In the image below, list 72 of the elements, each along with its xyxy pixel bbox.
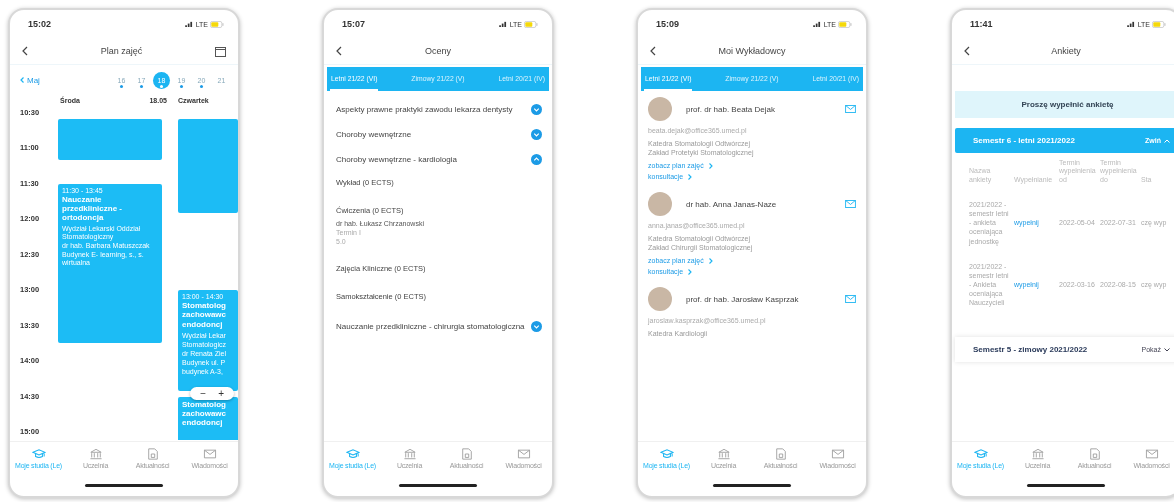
envelope-icon xyxy=(202,447,217,460)
semester-title: Semestr 6 - letni 2021/2022 xyxy=(973,136,1075,145)
chevron-down-icon[interactable] xyxy=(531,321,542,332)
mail-icon[interactable] xyxy=(845,200,856,208)
event-card[interactable] xyxy=(178,118,238,214)
envelope-icon xyxy=(830,447,845,460)
survey-banner: Proszę wypełnić ankietę xyxy=(955,91,1174,118)
building-icon xyxy=(1030,447,1045,460)
caret-up-icon xyxy=(1164,138,1170,143)
chevron-right-icon xyxy=(688,268,693,275)
chevron-left-icon xyxy=(20,77,24,83)
chevron-up-icon[interactable] xyxy=(531,154,542,165)
envelope-icon xyxy=(516,447,531,460)
lecturer-name: prof. dr hab. Jarosław Kasprzak xyxy=(686,294,800,304)
lecturer-name: dr hab. Anna Janas-Naze xyxy=(686,199,778,209)
graduation-cap-icon xyxy=(345,447,360,460)
semester-title: Semestr 5 - zimowy 2021/2022 xyxy=(973,345,1088,355)
graduation-cap-icon xyxy=(973,447,988,460)
document-icon xyxy=(459,447,474,460)
zoom-in-button[interactable]: + xyxy=(216,388,226,399)
avatar-placeholder xyxy=(648,287,672,311)
battery-icon xyxy=(210,20,224,28)
building-icon xyxy=(402,447,417,460)
graduation-cap-icon xyxy=(31,447,46,460)
chevron-down-icon[interactable] xyxy=(531,104,542,115)
document-icon xyxy=(1087,447,1102,460)
building-icon xyxy=(716,447,731,460)
event-title: Stomatolog zachowawc endodoncj xyxy=(182,301,227,329)
course-name[interactable]: Choroby wewnętrzne - kardiologia xyxy=(336,154,457,165)
battery-icon xyxy=(1152,20,1166,28)
zoom-out-button[interactable]: − xyxy=(198,388,209,399)
course-name[interactable]: Choroby wewnętrzne xyxy=(336,129,412,140)
signal-icon xyxy=(498,21,508,27)
signal-icon xyxy=(812,21,822,27)
chevron-right-icon xyxy=(688,173,693,180)
battery-icon xyxy=(524,20,538,28)
chevron-down-icon[interactable] xyxy=(531,129,542,140)
caret-down-icon xyxy=(1164,347,1170,352)
signal-icon xyxy=(184,21,194,27)
back-button[interactable] xyxy=(962,44,972,58)
screen-title: Moi Wykładowcy xyxy=(718,46,786,56)
avatar-placeholder xyxy=(648,192,672,216)
event-card[interactable]: Stomatolog zachowawc endodoncj xyxy=(178,396,238,440)
avatar-placeholder xyxy=(648,97,672,121)
document-icon xyxy=(145,447,160,460)
battery-icon xyxy=(838,20,852,28)
status-time: 15:09 xyxy=(656,19,680,29)
event-card[interactable] xyxy=(58,118,162,161)
event-title: Stomatolog zachowawc endodoncj xyxy=(182,399,227,428)
building-icon xyxy=(88,447,103,460)
back-button[interactable] xyxy=(648,44,658,58)
screen-title: Oceny xyxy=(425,46,451,56)
screen-title: Plan zajęć xyxy=(100,46,143,56)
event-title: Nauczanie przedkliniczne - ortodoncja xyxy=(62,194,123,223)
document-icon xyxy=(773,447,788,460)
back-button[interactable] xyxy=(20,44,30,58)
back-button[interactable] xyxy=(334,44,344,58)
status-time: 11:41 xyxy=(970,19,993,29)
status-time: 15:07 xyxy=(342,19,366,29)
chevron-right-icon xyxy=(708,257,713,264)
month-button[interactable]: Maj xyxy=(20,75,40,85)
graduation-cap-icon xyxy=(659,447,674,460)
chevron-right-icon xyxy=(708,162,713,169)
screen-title: Ankiety xyxy=(1051,46,1081,56)
status-time: 15:02 xyxy=(28,19,52,29)
envelope-icon xyxy=(1144,447,1159,460)
signal-icon xyxy=(1126,21,1136,27)
mail-icon[interactable] xyxy=(845,105,856,113)
course-name[interactable]: Aspekty prawne praktyki zawodu lekarza dentysty xyxy=(336,104,513,115)
mail-icon[interactable] xyxy=(845,295,856,303)
course-name[interactable]: Nauczanie przedkliniczne - chirurgia stomatologiczna xyxy=(336,321,525,332)
lecturer-name: prof. dr hab. Beata Dejak xyxy=(686,104,776,114)
